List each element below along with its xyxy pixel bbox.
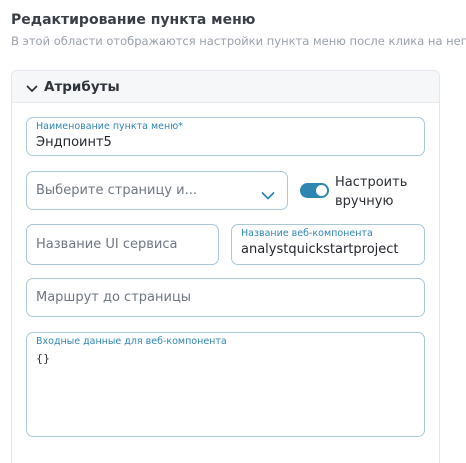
web-component-input-field[interactable]: Входные данные для веб-компонента {} bbox=[26, 332, 425, 437]
ui-service-name-placeholder: Название UI сервиса bbox=[36, 237, 178, 252]
toggle-knob bbox=[316, 185, 327, 196]
manual-setup-label: Настроить вручную bbox=[335, 175, 408, 209]
page-route-field[interactable]: Маршрут до страницы bbox=[26, 278, 425, 317]
ui-service-name-field[interactable]: Название UI сервиса bbox=[26, 224, 219, 265]
attributes-panel-header[interactable]: Атрибуты bbox=[12, 71, 439, 103]
menu-item-name-label: Наименование пункта меню* bbox=[36, 121, 183, 132]
menu-item-name-value[interactable]: Эндпоинт5 bbox=[36, 135, 112, 150]
chevron-down-icon[interactable] bbox=[261, 186, 275, 200]
web-component-name-field[interactable]: Название веб-компонента analystquickstar… bbox=[231, 224, 425, 265]
page-select[interactable]: Выберите страницу и... bbox=[26, 171, 288, 210]
web-component-name-value[interactable]: analystquickstartproject bbox=[241, 242, 399, 257]
manual-setup-toggle[interactable] bbox=[300, 183, 329, 198]
page-title: Редактирование пункта меню bbox=[11, 12, 256, 28]
web-component-input-value[interactable]: {} bbox=[36, 352, 50, 365]
menu-item-editor: Редактирование пункта меню В этой област… bbox=[0, 0, 466, 463]
page-subtitle: В этой области отображаются настройки пу… bbox=[11, 34, 466, 48]
chevron-up-icon[interactable] bbox=[26, 79, 38, 92]
web-component-name-label: Название веб-компонента bbox=[241, 228, 373, 239]
attributes-panel-title: Атрибуты bbox=[44, 79, 120, 95]
menu-item-name-field[interactable]: Наименование пункта меню* Эндпоинт5 bbox=[26, 117, 425, 156]
page-route-placeholder: Маршрут до страницы bbox=[36, 290, 192, 305]
page-select-placeholder: Выберите страницу и... bbox=[36, 183, 198, 198]
web-component-input-label: Входные данные для веб-компонента bbox=[36, 336, 227, 347]
